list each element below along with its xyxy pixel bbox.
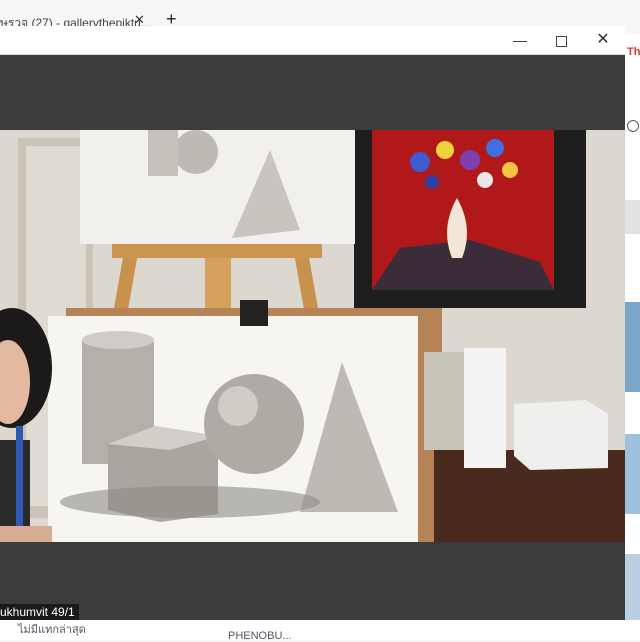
window-titlebar: — ✕ — [0, 26, 625, 55]
video-frame-image — [0, 130, 625, 542]
footer-text: ไม่มีแทกล่าสุด — [18, 624, 86, 636]
participant-name-label: ukhumvit 49/1 — [0, 604, 79, 620]
video-feed — [0, 130, 625, 542]
site-logo: Th — [627, 46, 640, 58]
circle-icon — [627, 120, 639, 132]
video-call-window: — ✕ ukhumvit 49/1 — [0, 26, 625, 620]
close-icon[interactable]: ✕ — [590, 30, 616, 50]
thumbnail — [625, 302, 640, 392]
page-banner — [625, 200, 640, 234]
footer-text: PHENOBU... — [228, 630, 292, 642]
minimize-icon[interactable]: — — [507, 30, 533, 50]
background-page-footer: ไม่มีแทกล่าสุด PHENOBU... — [0, 620, 640, 642]
maximize-icon[interactable] — [548, 30, 574, 50]
thumbnail — [625, 554, 640, 624]
background-page-edge: Th — [625, 34, 640, 640]
thumbnail — [625, 434, 640, 514]
